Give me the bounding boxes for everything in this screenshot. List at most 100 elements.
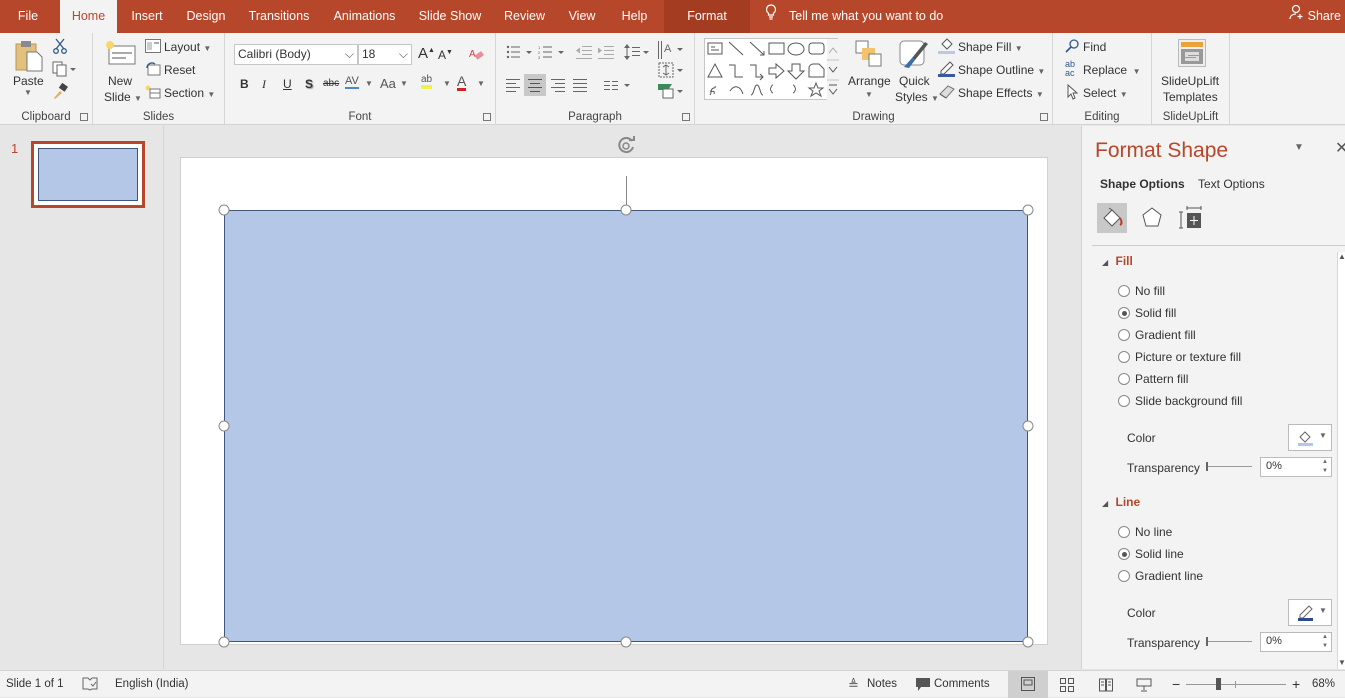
effects-tab-pentagon-icon[interactable] [1141,206,1163,230]
change-case-button[interactable]: Aa [380,76,396,91]
resize-handle-top-right[interactable] [1022,204,1034,216]
rotate-handle-icon[interactable] [617,136,637,156]
select-button[interactable]: Select ▼ [1065,84,1145,102]
tab-insert[interactable]: Insert [124,0,170,33]
selected-rectangle-shape[interactable] [224,210,1028,642]
pane-options-dropdown-icon[interactable]: ▼ [1294,142,1304,153]
tab-shape-options[interactable]: Shape Options [1100,177,1185,191]
fill-transparency-slider[interactable] [1206,462,1252,471]
tab-text-options[interactable]: Text Options [1198,177,1265,191]
tab-help[interactable]: Help [613,0,656,33]
zoom-slider[interactable] [1186,678,1286,690]
tab-review[interactable]: Review [497,0,552,33]
numbering-icon[interactable]: 123 [538,45,566,59]
clipboard-launcher-icon[interactable] [80,113,88,121]
font-size-dropdown[interactable]: 18 ⌵ [358,44,412,65]
paste-button[interactable]: Paste ▼ [8,38,48,103]
increase-indent-icon[interactable] [598,45,614,59]
shadow-button[interactable]: S [305,77,313,91]
scroll-up-icon[interactable]: ▲ [1338,252,1345,261]
radio-solid-fill[interactable] [1118,307,1130,319]
layout-button[interactable]: Layout ▼ [145,38,223,56]
line-transparency-spinner[interactable]: 0% ▲ ▼ [1260,632,1332,652]
find-button[interactable]: Find [1065,38,1145,56]
resize-handle-right[interactable] [1022,420,1034,432]
tab-view[interactable]: View [560,0,604,33]
font-color-button[interactable]: A ▼ [455,74,489,94]
italic-button[interactable]: I [262,77,266,92]
increase-font-size-icon[interactable]: A▲ [418,45,435,62]
clear-formatting-icon[interactable]: A [468,46,484,62]
zoom-out-button[interactable]: − [1172,671,1180,698]
font-name-dropdown[interactable]: Calibri (Body) ⌵ [234,44,358,65]
resize-handle-bottom-right[interactable] [1022,636,1034,648]
slider-thumb[interactable] [1206,462,1208,471]
align-right-icon[interactable] [551,78,567,92]
close-icon[interactable]: ✕ [1335,138,1345,158]
fill-transparency-spinner[interactable]: 0% ▲ ▼ [1260,457,1332,477]
new-slide-button[interactable]: New Slide ▼ [103,38,143,104]
language-indicator[interactable]: English (India) [115,671,189,698]
resize-handle-top[interactable] [620,204,632,216]
chevron-down-icon[interactable]: ▼ [400,79,408,88]
format-painter-icon[interactable] [52,83,68,99]
radio-gradient-line[interactable] [1118,570,1130,582]
bold-button[interactable]: B [240,77,249,91]
resize-handle-bottom[interactable] [620,636,632,648]
share-button[interactable]: Share [1289,0,1341,33]
resize-handle-bottom-left[interactable] [218,636,230,648]
chevron-down-icon[interactable]: ▼ [365,79,373,88]
slider-thumb[interactable] [1206,637,1208,646]
replace-button[interactable]: ab ac Replace ▼ [1065,60,1151,79]
spinner-arrows-icon[interactable]: ▲ ▼ [1322,633,1328,651]
decrease-font-size-icon[interactable]: A▼ [438,48,453,62]
drawing-launcher-icon[interactable] [1040,113,1048,121]
justify-icon[interactable] [573,78,589,92]
tab-home[interactable]: Home [60,0,117,33]
shapes-gallery[interactable] [704,38,839,101]
slide-canvas[interactable] [180,136,1048,648]
paragraph-launcher-icon[interactable] [682,113,690,121]
normal-view-button[interactable] [1008,671,1048,698]
fill-color-picker[interactable]: ▼ [1288,424,1332,451]
tab-design[interactable]: Design [180,0,232,33]
radio-gradient-fill[interactable] [1118,329,1130,341]
quick-styles-button[interactable]: Quick Styles ▼ [893,38,939,104]
tab-animations[interactable]: Animations [326,0,403,33]
shape-fill-button[interactable]: Shape Fill ▼ [938,38,1046,56]
tell-me-search[interactable]: Tell me what you want to do [765,0,943,33]
tab-slide-show[interactable]: Slide Show [413,0,487,33]
slide-show-icon[interactable] [1136,678,1152,692]
slideuplift-templates-button[interactable]: SlideUpLift Templates [1156,38,1226,104]
slide-thumbnail[interactable] [31,141,145,208]
align-left-icon[interactable] [506,78,522,92]
reading-view-icon[interactable] [1099,678,1113,692]
shape-outline-button[interactable]: Shape Outline ▼ [938,61,1046,79]
spell-check-icon[interactable] [82,677,98,691]
text-direction-icon[interactable]: A [658,41,684,59]
tab-transitions[interactable]: Transitions [243,0,315,33]
zoom-slider-thumb[interactable] [1216,678,1221,690]
radio-no-fill[interactable] [1118,285,1130,297]
reset-button[interactable]: Reset [145,61,223,79]
resize-handle-top-left[interactable] [218,204,230,216]
fill-line-tab[interactable] [1097,203,1127,233]
align-text-icon[interactable] [658,62,684,78]
scroll-down-icon[interactable]: ▼ [1338,658,1345,667]
slide-sorter-icon[interactable] [1060,678,1074,692]
highlight-color-button[interactable]: ab ▼ [421,74,455,94]
line-spacing-icon[interactable] [624,44,650,60]
decrease-indent-icon[interactable] [576,45,592,59]
resize-handle-left[interactable] [218,420,230,432]
convert-to-smartart-icon[interactable] [658,83,684,99]
line-color-picker[interactable]: ▼ [1288,599,1332,626]
strikethrough-button[interactable]: abc [323,78,339,89]
section-button[interactable]: Section ▼ [145,84,223,102]
zoom-in-button[interactable]: + [1292,671,1300,698]
underline-button[interactable]: U [283,77,292,91]
size-properties-tab-icon[interactable] [1179,206,1203,230]
tab-file[interactable]: File [8,0,48,33]
cut-icon[interactable] [52,38,68,54]
font-launcher-icon[interactable] [483,113,491,121]
zoom-level[interactable]: 68% [1312,671,1335,698]
